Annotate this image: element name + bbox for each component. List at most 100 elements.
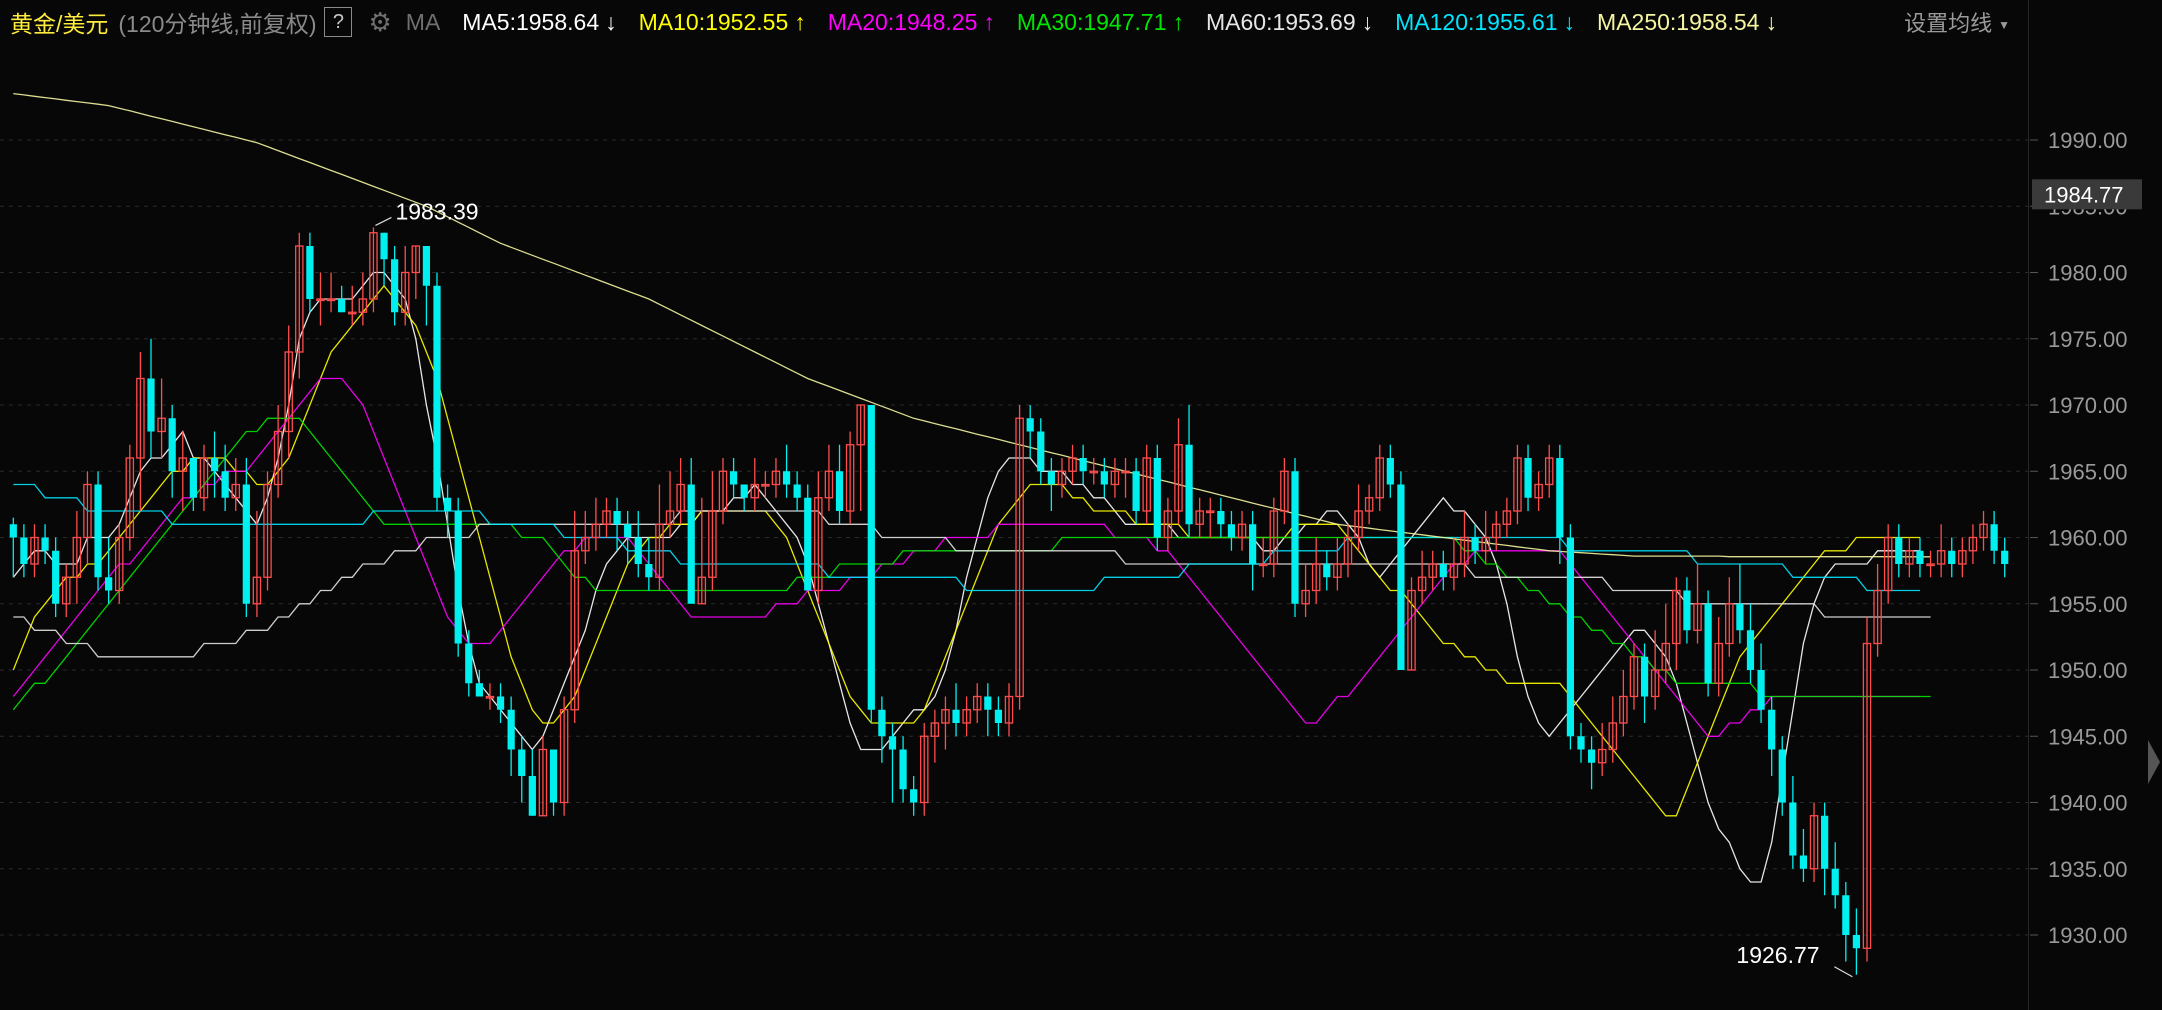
y-tick-label: 1945.00: [2048, 724, 2128, 749]
y-tick-label: 1980.00: [2048, 261, 2128, 286]
candle-body-down: [1291, 471, 1299, 604]
ma-value: MA30:1947.71: [1016, 8, 1167, 35]
candle-body-down: [1852, 935, 1861, 949]
candle-body-down: [867, 405, 875, 710]
candle-body-down: [1821, 815, 1829, 869]
arrow-up-icon: ↑: [794, 8, 806, 35]
candle-body-down: [1471, 537, 1479, 551]
candle-body-down: [465, 643, 473, 684]
candle-body-down: [645, 564, 653, 578]
ma-value: MA20:1948.25: [827, 8, 978, 35]
chevron-down-icon: ▼: [1998, 18, 2010, 33]
candle-body-down: [1439, 564, 1447, 578]
candle-body-down: [41, 537, 49, 551]
scroll-right-icon[interactable]: [2148, 740, 2160, 784]
ma-indicator-0: MA5:1958.64 ↓: [462, 9, 616, 35]
candle-body-down: [1566, 537, 1575, 737]
candle-body-down: [1916, 550, 1924, 564]
candle-body-down: [210, 458, 219, 472]
candle-body-down: [1185, 444, 1193, 525]
candle-body-down: [2001, 550, 2009, 564]
last-price-label: 1984.77: [2044, 182, 2124, 207]
settings-button[interactable]: 设置均线 ▼: [1904, 6, 2010, 38]
candle-body-down: [1556, 458, 1564, 538]
candle-body-down: [1895, 537, 1903, 564]
candle-body-down: [994, 709, 1003, 723]
candle-body-down: [1948, 550, 1956, 564]
candle-body-down: [1047, 471, 1055, 485]
candle-body-down: [634, 537, 642, 564]
candle-body-down: [1587, 749, 1596, 763]
candle-body-down: [878, 709, 886, 737]
candle-body-down: [1746, 630, 1755, 670]
candle-body-down: [507, 709, 515, 750]
candle-body-down: [1397, 484, 1405, 670]
candle-body-down: [496, 696, 505, 710]
arrow-up-icon: ↑: [1172, 8, 1185, 35]
candle-body-down: [624, 524, 632, 538]
arrow-up-icon: ↑: [983, 8, 995, 35]
gear-icon[interactable]: ⚙: [368, 7, 391, 38]
candle-body-down: [1789, 802, 1797, 856]
y-tick-label: 1965.00: [2048, 459, 2128, 484]
candle-body-down: [1524, 458, 1532, 498]
candle-body-down: [782, 471, 791, 485]
candle-body-down: [518, 749, 526, 776]
candle-body-down: [443, 497, 452, 511]
candle-body-down: [740, 484, 748, 498]
ma-value: MA5:1958.64: [462, 8, 600, 35]
candle-body-down: [1100, 471, 1108, 485]
candle-body-down: [1249, 524, 1257, 564]
chart-background: [0, 44, 2162, 1010]
candle-body-down: [306, 246, 314, 299]
candle-body-down: [422, 246, 431, 286]
candle-body-down: [528, 776, 536, 816]
y-tick-label: 1930.00: [2048, 923, 2128, 948]
candle-body-down: [1736, 603, 1744, 631]
ma-value: MA250:1958.54: [1597, 8, 1760, 35]
ma-indicator-4: MA60:1953.69 ↓: [1206, 9, 1373, 35]
y-tick-label: 1955.00: [2048, 592, 2128, 617]
candle-body-down: [391, 259, 399, 313]
ma-value: MA120:1955.61: [1395, 8, 1558, 35]
candle-body-down: [1683, 590, 1691, 631]
candle-body-down: [1217, 511, 1225, 525]
candle-body-down: [1577, 736, 1585, 750]
candle-body-down: [1640, 656, 1649, 697]
candle-body-down: [1831, 868, 1839, 896]
help-button[interactable]: ?: [324, 7, 353, 37]
candle-body-down: [454, 511, 462, 644]
candle-body-down: [242, 484, 250, 604]
candle-body-down: [549, 749, 558, 803]
candle-body-down: [1842, 895, 1850, 935]
candle-body-down: [1227, 524, 1236, 538]
candle-body-down: [1990, 524, 1998, 551]
candle-body-down: [1079, 458, 1087, 472]
ma-indicator-5: MA120:1955.61 ↓: [1395, 9, 1575, 35]
candle-body-down: [105, 577, 113, 591]
ma-indicator-3: MA30:1947.71 ↑: [1017, 9, 1184, 35]
candle-body-down: [1757, 670, 1765, 710]
y-tick-label: 1935.00: [2048, 857, 2128, 882]
candle-body-down: [1799, 855, 1808, 869]
ma-indicator-list: MA5:1958.64 ↓ MA10:1952.55 ↑ MA20:1948.25 ↑ MA…: [440, 9, 1777, 36]
candle-body-down: [1132, 471, 1140, 511]
arrow-down-icon: ↓: [605, 8, 617, 35]
ma-indicator-6: MA250:1958.54 ↓: [1597, 9, 1777, 35]
candle-body-down: [52, 550, 60, 604]
ma-value: MA10:1952.55: [638, 8, 789, 35]
candle-body-down: [20, 537, 28, 564]
y-tick-label: 1960.00: [2048, 526, 2128, 551]
candle-body-down: [835, 471, 844, 511]
axis-divider: [2028, 0, 2029, 1010]
candle-body-down: [475, 683, 483, 697]
ma-indicator-2: MA20:1948.25 ↑: [828, 9, 995, 35]
candle-body-down: [793, 484, 801, 498]
candle-body-down: [1768, 709, 1776, 750]
candlestick-chart[interactable]: 1930.00 1935.00 1940.00 1945.00 1950.00 1955.…: [0, 44, 2162, 1010]
ma-indicator-1: MA10:1952.55 ↑: [639, 9, 806, 35]
candle-body-down: [9, 524, 17, 538]
candle-body-down: [1778, 749, 1786, 803]
symbol-label[interactable]: 黄金/美元: [10, 5, 108, 39]
candle-body-down: [221, 471, 229, 498]
